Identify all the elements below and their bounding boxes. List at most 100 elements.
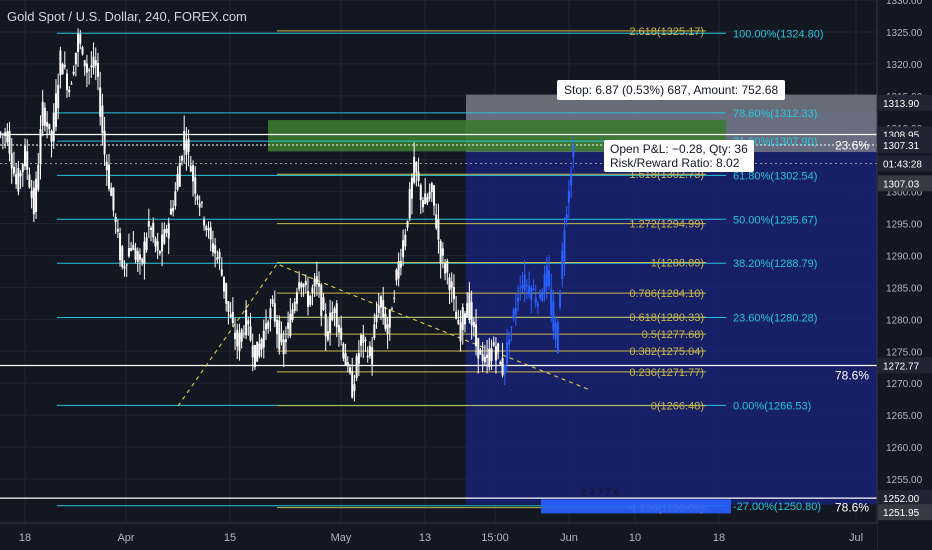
candle-body xyxy=(231,311,234,324)
candle-body xyxy=(185,140,188,155)
candle-body xyxy=(490,348,493,362)
candle-body xyxy=(483,356,486,363)
candle-body xyxy=(247,320,250,325)
candle-body xyxy=(258,343,261,357)
candle-body xyxy=(298,282,301,289)
candle-body xyxy=(138,254,141,260)
price-chart[interactable]: 100.00%(1324.80)78.60%(1312.33)71.00%(13… xyxy=(0,0,932,550)
candle-body xyxy=(77,33,80,53)
candle-body xyxy=(169,208,172,215)
candle-body xyxy=(54,93,57,127)
candle-body xyxy=(503,364,506,375)
candle-body xyxy=(452,287,455,300)
candle-body xyxy=(512,309,515,318)
candle-body xyxy=(99,87,102,117)
candle-body xyxy=(410,177,413,199)
candle-body xyxy=(269,307,272,320)
candle-body xyxy=(211,243,214,253)
candle-body xyxy=(41,101,44,126)
candle-body xyxy=(344,353,347,366)
y-tick-label: 1265.00 xyxy=(886,411,923,422)
x-tick-label: 18 xyxy=(19,532,31,544)
candle-body xyxy=(375,314,378,323)
price-axis[interactable] xyxy=(877,0,932,550)
candle-body xyxy=(46,122,49,127)
candle-body xyxy=(24,145,27,167)
candle-body xyxy=(8,130,11,154)
candle-body xyxy=(163,229,166,244)
candle-body xyxy=(304,280,307,286)
candle-body xyxy=(0,132,2,135)
fib-extension-label: 0.618(1280.33) xyxy=(629,312,704,324)
candle-body xyxy=(329,312,332,334)
candle-body xyxy=(136,251,139,263)
candle-body xyxy=(492,342,495,346)
y-tick-label: 1280.00 xyxy=(886,315,923,326)
candle-body xyxy=(457,320,460,324)
candle-body xyxy=(61,63,64,75)
chart-area[interactable]: 100.00%(1324.80) 78.60%(1312.33) 71.00%(13… xyxy=(0,0,932,550)
candle-body xyxy=(446,260,449,273)
pnl-tooltip: Open P&L: −0.28, Qty: 36 Risk/Reward Rat… xyxy=(604,140,754,172)
candle-body xyxy=(293,301,296,311)
candle-body xyxy=(477,338,480,359)
y-tick-label: 1255.00 xyxy=(886,475,923,486)
y-tick-label: 1290.00 xyxy=(886,251,923,262)
candle-body xyxy=(88,69,91,71)
candle-body xyxy=(528,285,531,295)
candle-body xyxy=(158,251,161,254)
fib-retracement-label: 61.80%(1302.54) xyxy=(733,170,817,182)
candle-body xyxy=(240,329,243,342)
candle-body xyxy=(450,281,453,288)
candle-body xyxy=(494,346,497,361)
stop-tooltip: Stop: 6.87 (0.53%) 687, Amount: 752.68 xyxy=(557,80,786,100)
candle-body xyxy=(497,343,500,352)
candle-body xyxy=(307,291,310,307)
candle-body xyxy=(43,107,46,126)
candle-body xyxy=(291,309,294,320)
candle-body xyxy=(280,333,283,342)
candle-body xyxy=(209,227,212,240)
candle-body xyxy=(424,193,427,205)
candle-body xyxy=(21,164,24,173)
candle-body xyxy=(156,241,159,251)
fib-percent-label: 78.6% xyxy=(835,501,869,515)
price-tag-label: 1307.03 xyxy=(883,179,920,190)
fib-retracement-label: 23.60%(1280.28) xyxy=(733,313,817,325)
candle-body xyxy=(68,89,71,93)
candle-body xyxy=(428,191,431,199)
candle-body xyxy=(570,173,573,186)
candle-body xyxy=(371,347,374,365)
candle-body xyxy=(342,344,345,359)
candle-body xyxy=(287,322,290,329)
candle-body xyxy=(150,227,153,230)
candle-body xyxy=(435,214,438,229)
candle-body xyxy=(567,191,570,203)
candle-body xyxy=(552,301,555,331)
x-tick-label: 13 xyxy=(419,532,431,544)
price-tag-label: 1252.00 xyxy=(883,494,920,505)
candle-body xyxy=(108,164,111,189)
candle-body xyxy=(52,112,55,142)
candle-body xyxy=(28,174,31,188)
candle-body xyxy=(572,144,575,158)
candle-body xyxy=(525,285,528,287)
candle-body xyxy=(200,202,203,204)
price-tag-label: 1251.95 xyxy=(883,508,920,519)
candle-body xyxy=(32,187,35,215)
timer-box xyxy=(541,499,731,514)
candle-body xyxy=(189,165,192,172)
candle-body xyxy=(335,303,338,328)
candle-body xyxy=(83,60,86,67)
candle-body xyxy=(384,313,387,329)
candle-body xyxy=(264,323,267,330)
candle-body xyxy=(318,282,321,287)
fib-extension-label: 0.382(1275.04) xyxy=(629,346,704,358)
candle-body xyxy=(556,322,559,353)
candle-body xyxy=(536,303,539,307)
candle-body xyxy=(430,183,433,193)
candle-body xyxy=(92,56,95,68)
fib-retracement-label: 0.00%(1266.53) xyxy=(733,400,811,412)
candle-body xyxy=(545,266,548,287)
candle-body xyxy=(519,287,522,289)
